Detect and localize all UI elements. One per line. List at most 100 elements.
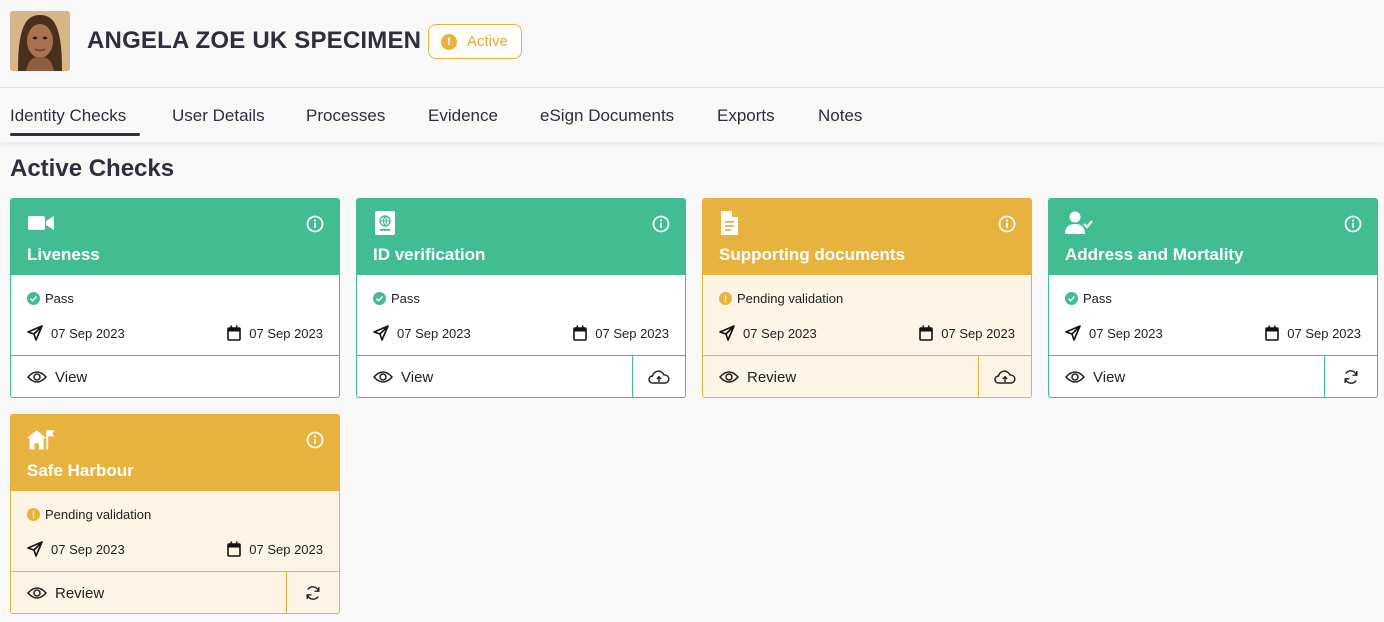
review-button[interactable]: Review [703,356,978,397]
sent-date: 07 Sep 2023 [1065,325,1163,341]
info-icon[interactable] [1344,215,1362,233]
status-badge-label: Active [467,33,508,50]
calendar-date-text: 07 Sep 2023 [249,541,323,557]
refresh-icon [1344,370,1358,384]
card-title: Safe Harbour [27,461,134,480]
refresh-icon [306,586,320,600]
section-title: Active Checks [10,155,175,182]
view-button[interactable]: View [11,356,339,397]
card-header: Address and Mortality [1049,199,1377,275]
check-card-id-verification: ID verification Pass 07 Sep 2023 07 Sep … [356,198,686,398]
calendar-date: 07 Sep 2023 [1265,325,1361,341]
check-circle-icon [27,292,40,305]
check-card-safe-harbour: Safe Harbour ! Pending validation 07 Sep… [10,414,340,614]
check-card-supporting-documents: Supporting documents ! Pending validatio… [702,198,1032,398]
active-tab-indicator [10,133,140,136]
eye-icon [27,587,47,599]
tab-evidence[interactable]: Evidence [428,106,498,126]
check-circle-icon [373,292,386,305]
review-button[interactable]: Review [11,572,286,613]
sent-date: 07 Sep 2023 [27,325,125,341]
card-title: Address and Mortality [1065,245,1244,264]
user-check-icon [1065,211,1093,234]
info-icon[interactable] [306,215,324,233]
calendar-date: 07 Sep 2023 [227,541,323,557]
calendar-icon [227,541,242,557]
review-button-label: Review [747,368,797,386]
document-icon [721,211,738,235]
house-flag-icon [27,430,55,450]
card-header: Supporting documents [703,199,1031,275]
sent-date-text: 07 Sep 2023 [1089,325,1163,341]
view-button-label: View [55,368,88,386]
upload-button[interactable] [632,356,685,397]
card-footer: Review [703,355,1031,397]
status-text: Pass [45,291,74,306]
video-camera-icon [28,216,54,230]
calendar-icon [1265,325,1280,341]
check-status: Pass [1065,291,1112,306]
sent-date: 07 Sep 2023 [719,325,817,341]
card-footer: Review [11,571,339,613]
send-icon [27,325,43,341]
card-title: ID verification [373,245,486,264]
send-icon [1065,325,1081,341]
eye-icon [27,371,47,383]
check-status: ! Pending validation [719,291,843,306]
refresh-button[interactable] [286,572,339,613]
status-text: Pending validation [45,507,152,522]
cloud-upload-icon [994,370,1016,384]
sent-date-text: 07 Sep 2023 [51,541,125,557]
sent-date-text: 07 Sep 2023 [51,325,125,341]
info-icon[interactable] [652,215,670,233]
calendar-date-text: 07 Sep 2023 [1287,325,1361,341]
sent-date-text: 07 Sep 2023 [743,325,817,341]
tab-esign-documents[interactable]: eSign Documents [540,106,674,126]
calendar-date: 07 Sep 2023 [573,325,669,341]
send-icon [27,541,43,557]
sent-date: 07 Sep 2023 [373,325,471,341]
check-circle-icon [1065,292,1078,305]
card-header: Liveness [11,199,339,275]
tab-bar: Identity Checks User Details Processes E… [0,88,1384,142]
eye-icon [719,371,739,383]
card-footer: View [1049,355,1377,397]
check-status: Pass [27,291,74,306]
calendar-date-text: 07 Sep 2023 [941,325,1015,341]
send-icon [719,325,735,341]
view-button-label: View [1093,368,1126,386]
upload-button[interactable] [978,356,1031,397]
calendar-date-text: 07 Sep 2023 [595,325,669,341]
warning-icon: ! [27,508,40,521]
eye-icon [1065,371,1085,383]
card-footer: View [357,355,685,397]
info-icon[interactable] [998,215,1016,233]
tab-identity-checks[interactable]: Identity Checks [10,106,126,126]
status-badge: ! Active [428,24,522,59]
warning-icon: ! [441,33,457,50]
status-text: Pending validation [737,291,844,306]
tab-exports[interactable]: Exports [717,106,775,126]
sent-date-text: 07 Sep 2023 [397,325,471,341]
tab-user-details[interactable]: User Details [172,106,265,126]
status-text: Pass [391,291,420,306]
avatar [10,11,70,71]
review-button-label: Review [55,584,105,602]
view-button[interactable]: View [357,356,632,397]
calendar-date: 07 Sep 2023 [919,325,1015,341]
user-header: ANGELA ZOE UK SPECIMEN ! Active [0,0,1384,88]
warning-icon: ! [719,292,732,305]
check-status: Pass [373,291,420,306]
passport-icon [375,211,395,235]
user-name: ANGELA ZOE UK SPECIMEN [87,27,422,54]
tab-processes[interactable]: Processes [306,106,385,126]
calendar-date-text: 07 Sep 2023 [249,325,323,341]
refresh-button[interactable] [1324,356,1377,397]
eye-icon [373,371,393,383]
card-footer: View [11,355,339,397]
tab-notes[interactable]: Notes [818,106,862,126]
card-title: Liveness [27,245,100,264]
status-text: Pass [1083,291,1112,306]
view-button[interactable]: View [1049,356,1324,397]
info-icon[interactable] [306,431,324,449]
